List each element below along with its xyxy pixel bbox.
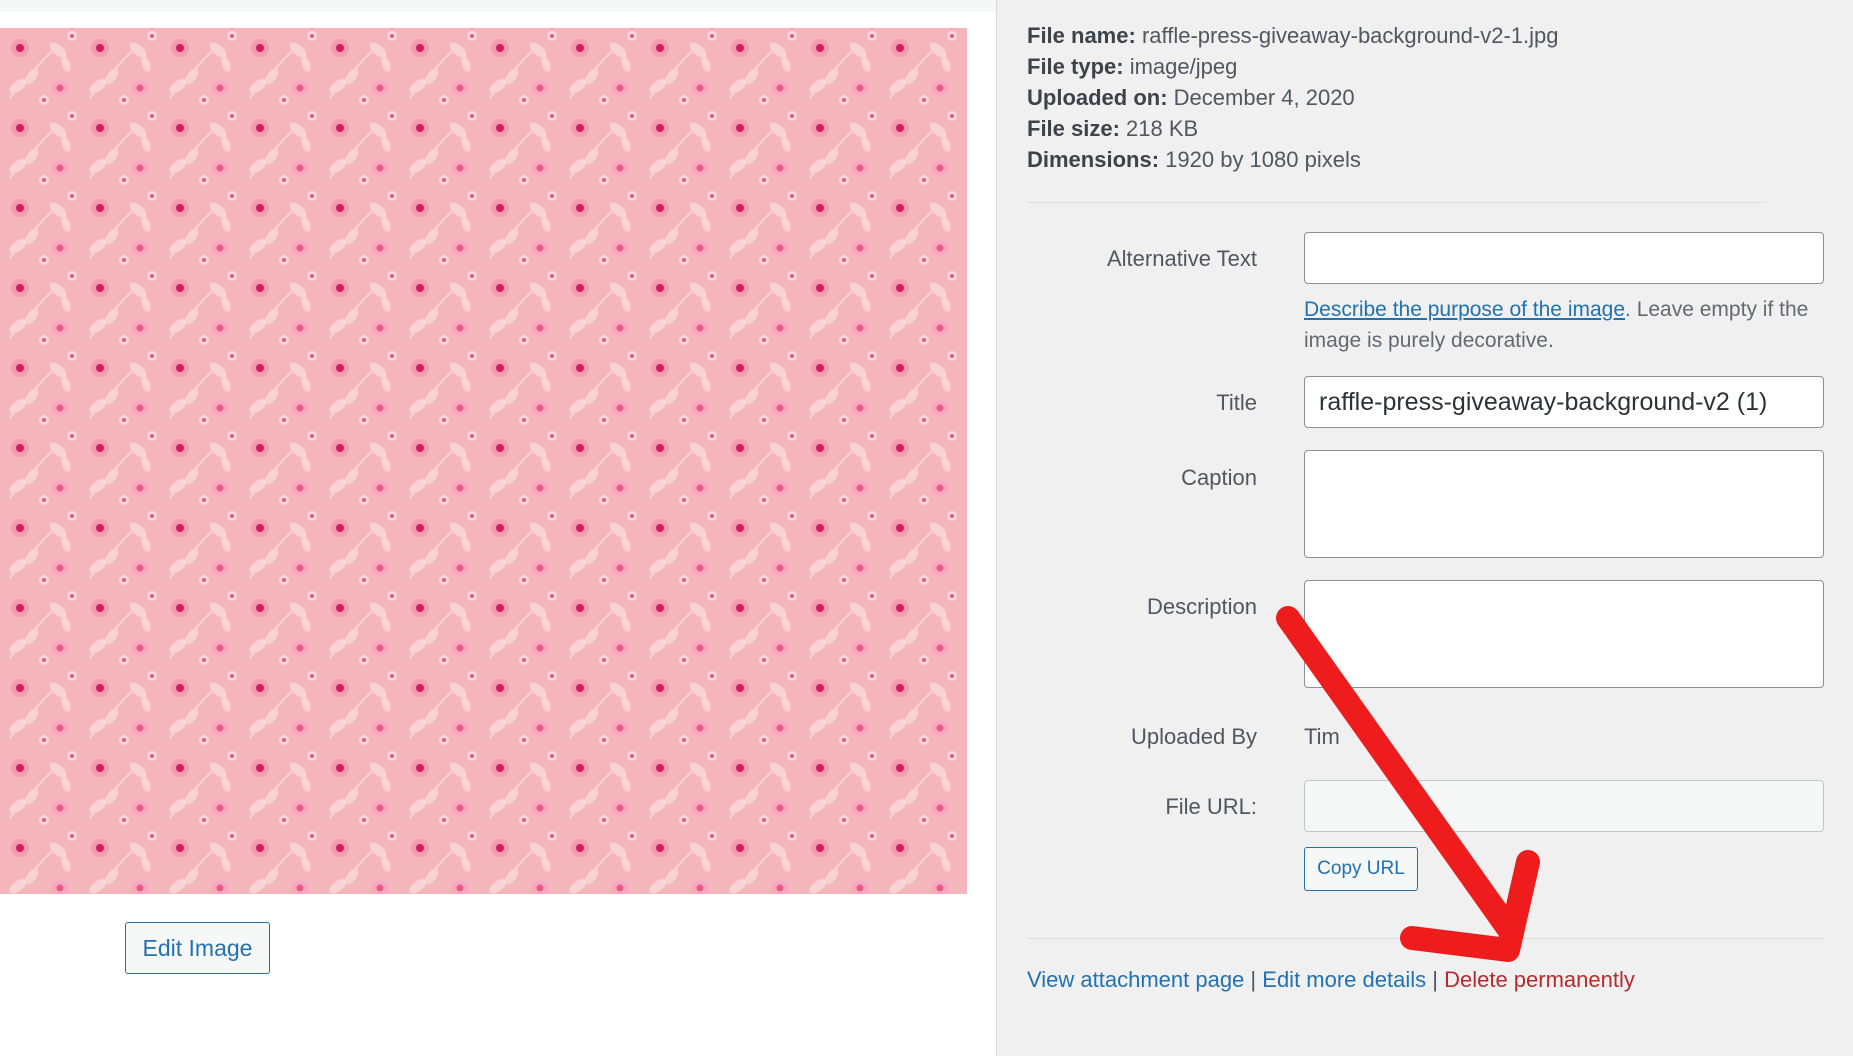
file-name-row: File name: raffle-press-giveaway-backgro…: [1027, 20, 1559, 51]
divider: [1027, 202, 1766, 203]
delete-permanently-link[interactable]: Delete permanently: [1444, 967, 1635, 992]
describe-purpose-link[interactable]: Describe the purpose of the image: [1304, 298, 1625, 321]
file-url-input[interactable]: [1304, 780, 1824, 832]
file-size-label: File size:: [1027, 116, 1120, 141]
title-input[interactable]: raffle-press-giveaway-background-v2 (1): [1304, 376, 1824, 428]
file-size-row: File size: 218 KB: [1027, 113, 1559, 144]
file-name-value: raffle-press-giveaway-background-v2-1.jp…: [1141, 23, 1559, 48]
alt-text-label: Alternative Text: [1106, 246, 1257, 271]
file-url-label: File URL:: [1165, 794, 1257, 819]
edit-image-button[interactable]: Edit Image: [125, 922, 270, 974]
image-preview: [0, 28, 967, 894]
separator: |: [1250, 967, 1257, 992]
caption-label: Caption: [1181, 465, 1257, 490]
view-attachment-link[interactable]: View attachment page: [1027, 967, 1244, 992]
file-size-value: 218 KB: [1126, 116, 1199, 141]
title-label: Title: [1216, 390, 1257, 415]
caption-textarea[interactable]: [1304, 450, 1824, 558]
uploaded-on-value: December 4, 2020: [1173, 85, 1355, 110]
description-textarea[interactable]: [1304, 580, 1824, 688]
file-type-label: File type:: [1027, 54, 1124, 79]
alt-text-input[interactable]: [1304, 232, 1824, 284]
edit-more-details-link[interactable]: Edit more details: [1262, 967, 1426, 992]
file-type-row: File type: image/jpeg: [1027, 51, 1559, 82]
uploaded-by-label: Uploaded By: [1131, 724, 1257, 749]
dimensions-label: Dimensions:: [1027, 147, 1160, 172]
alt-text-help: Describe the purpose of the image. Leave…: [1304, 294, 1824, 356]
file-details: File name: raffle-press-giveaway-backgro…: [1027, 20, 1559, 175]
divider-bottom: [1027, 938, 1824, 939]
dimensions-row: Dimensions: 1920 by 1080 pixels: [1027, 144, 1559, 175]
attachment-details-panel: File name: raffle-press-giveaway-backgro…: [996, 0, 1853, 1056]
top-strip: [0, 0, 996, 12]
file-type-value: image/jpeg: [1129, 54, 1238, 79]
file-name-label: File name:: [1027, 23, 1136, 48]
separator: |: [1432, 967, 1438, 992]
floral-pattern-image: [0, 28, 967, 894]
dimensions-value: 1920 by 1080 pixels: [1165, 147, 1361, 172]
uploaded-on-row: Uploaded on: December 4, 2020: [1027, 82, 1559, 113]
description-label: Description: [1146, 594, 1257, 619]
copy-url-button[interactable]: Copy URL: [1304, 847, 1418, 891]
attachment-actions: View attachment page | Edit more details…: [1027, 967, 1635, 993]
uploaded-on-label: Uploaded on:: [1027, 85, 1168, 110]
uploaded-by-value: Tim: [1304, 724, 1340, 749]
image-preview-pane: Edit Image: [0, 0, 996, 1056]
